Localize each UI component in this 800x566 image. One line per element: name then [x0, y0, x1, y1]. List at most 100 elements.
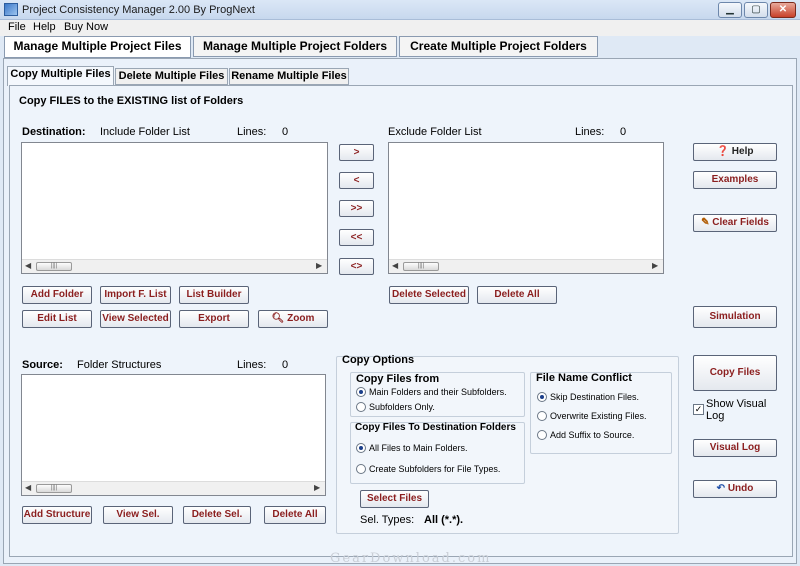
swap-lists-button[interactable]: <> [339, 258, 374, 275]
move-all-left-button[interactable]: << [339, 229, 374, 246]
destination-label: Destination: [22, 126, 86, 138]
source-lines-count: 0 [282, 359, 289, 371]
tab-create-folders[interactable]: Create Multiple Project Folders [399, 36, 598, 57]
exclude-folder-listbox[interactable]: ◀ |||| ▶ [388, 142, 664, 274]
menu-buy-now[interactable]: Buy Now [64, 21, 108, 33]
title-bar: Project Consistency Manager 2.00 By Prog… [0, 0, 800, 20]
move-left-button[interactable]: < [339, 172, 374, 189]
scroll-thumb[interactable]: |||| [36, 484, 72, 493]
destination-lines-count: 0 [282, 126, 289, 138]
radio-subfolders-only[interactable] [356, 402, 366, 412]
radio-create-subfolders-label: Create Subfolders for File Types. [369, 464, 501, 474]
folder-structures-label: Folder Structures [77, 359, 162, 371]
exclude-folder-list-label: Exclude Folder List [388, 126, 482, 138]
list-builder-button[interactable]: List Builder [179, 286, 249, 304]
export-button[interactable]: Export [179, 310, 249, 328]
radio-add-suffix[interactable] [537, 430, 547, 440]
delete-all-exclude-button[interactable]: Delete All [477, 286, 557, 304]
view-sel-button[interactable]: View Sel. [103, 506, 173, 524]
radio-main-folders-label: Main Folders and their Subfolders. [369, 387, 507, 397]
undo-label: Undo [727, 483, 754, 494]
source-lines-label: Lines: [237, 359, 267, 371]
move-all-right-button[interactable]: >> [339, 200, 374, 217]
magnifier-icon: 🔍︎ [271, 313, 285, 324]
edit-list-button[interactable]: Edit List [22, 310, 92, 328]
radio-overwrite-existing[interactable] [537, 411, 547, 421]
copy-files-from-title: Copy Files from [356, 373, 440, 385]
sel-types-value: All (*.*). [424, 514, 464, 526]
horizontal-scrollbar[interactable]: ◀ |||| ▶ [22, 259, 327, 273]
scroll-right-arrow-icon[interactable]: ▶ [316, 261, 322, 270]
minimize-button[interactable]: ▁ [718, 2, 742, 18]
section-title: Copy FILES to the EXISTING list of Folde… [19, 95, 244, 107]
exclude-lines-count: 0 [620, 126, 627, 138]
radio-subfolders-only-label: Subfolders Only. [369, 402, 435, 412]
radio-create-subfolders[interactable] [356, 464, 366, 474]
scroll-left-arrow-icon[interactable]: ◀ [25, 483, 31, 492]
window-title: Project Consistency Manager 2.00 By Prog… [22, 4, 255, 16]
horizontal-scrollbar[interactable]: ◀ |||| ▶ [22, 481, 325, 495]
include-folder-list-label: Include Folder List [100, 126, 190, 138]
destination-lines-label: Lines: [237, 126, 267, 138]
radio-overwrite-existing-label: Overwrite Existing Files. [550, 411, 647, 421]
add-structure-button[interactable]: Add Structure [22, 506, 92, 524]
zoom-label: Zoom [287, 313, 315, 324]
zoom-button[interactable]: 🔍︎ Zoom [258, 310, 328, 328]
scroll-left-arrow-icon[interactable]: ◀ [392, 261, 398, 270]
radio-all-files-main[interactable] [356, 443, 366, 453]
folder-structures-listbox[interactable]: ◀ |||| ▶ [21, 374, 326, 496]
scroll-left-arrow-icon[interactable]: ◀ [25, 261, 31, 270]
exclude-lines-label: Lines: [575, 126, 605, 138]
scroll-thumb[interactable]: |||| [403, 262, 439, 271]
scroll-right-arrow-icon[interactable]: ▶ [652, 261, 658, 270]
delete-all-source-button[interactable]: Delete All [264, 506, 326, 524]
broom-icon: ✎ [701, 217, 710, 228]
close-button[interactable]: ✕ [770, 2, 796, 18]
scroll-right-arrow-icon[interactable]: ▶ [314, 483, 320, 492]
scroll-thumb[interactable]: |||| [36, 262, 72, 271]
radio-add-suffix-label: Add Suffix to Source. [550, 430, 635, 440]
show-visual-log-checkbox[interactable]: ✓ [693, 404, 704, 415]
watermark: GearDownload.com [330, 551, 492, 566]
subtab-delete-files[interactable]: Delete Multiple Files [115, 68, 228, 85]
show-visual-log-label: Show Visual Log [706, 398, 767, 422]
undo-button[interactable]: ↶ Undo [693, 480, 777, 498]
copy-to-destination-title: Copy Files To Destination Folders [355, 422, 516, 433]
radio-all-files-main-label: All Files to Main Folders. [369, 443, 468, 453]
move-right-button[interactable]: > [339, 144, 374, 161]
radio-skip-destination-label: Skip Destination Files. [550, 392, 640, 402]
delete-sel-button[interactable]: Delete Sel. [183, 506, 251, 524]
subtab-copy-files[interactable]: Copy Multiple Files [7, 66, 114, 86]
clear-fields-label: Clear Fields [712, 217, 769, 228]
main-tab-bar: Manage Multiple Project Files Manage Mul… [0, 36, 800, 58]
sel-types-label: Sel. Types: [360, 514, 415, 526]
source-label: Source: [22, 359, 63, 371]
menu-bar: File Help Buy Now [0, 20, 800, 36]
file-name-conflict-title: File Name Conflict [536, 372, 632, 384]
help-label: Help [731, 146, 754, 157]
simulation-button[interactable]: Simulation [693, 306, 777, 328]
app-icon [4, 3, 18, 16]
clear-fields-button[interactable]: ✎ Clear Fields [693, 214, 777, 232]
copy-options-title: Copy Options [342, 354, 415, 366]
radio-skip-destination[interactable] [537, 392, 547, 402]
visual-log-button[interactable]: Visual Log [693, 439, 777, 457]
include-folder-listbox[interactable]: ◀ |||| ▶ [21, 142, 328, 274]
select-files-button[interactable]: Select Files [360, 490, 429, 508]
help-button[interactable]: ❓ Help [693, 143, 777, 161]
view-selected-button[interactable]: View Selected [100, 310, 171, 328]
import-folder-list-button[interactable]: Import F. List [100, 286, 171, 304]
radio-main-folders[interactable] [356, 387, 366, 397]
maximize-button[interactable]: ▢ [744, 2, 768, 18]
help-icon: ❓ [716, 146, 729, 157]
delete-selected-button[interactable]: Delete Selected [389, 286, 469, 304]
tab-manage-folders[interactable]: Manage Multiple Project Folders [193, 36, 397, 57]
copy-files-button[interactable]: Copy Files [693, 355, 777, 391]
menu-help[interactable]: Help [33, 21, 56, 33]
subtab-rename-files[interactable]: Rename Multiple Files [229, 68, 349, 85]
menu-file[interactable]: File [8, 21, 26, 33]
examples-button[interactable]: Examples [693, 171, 777, 189]
horizontal-scrollbar[interactable]: ◀ |||| ▶ [389, 259, 663, 273]
add-folder-button[interactable]: Add Folder [22, 286, 92, 304]
tab-manage-files[interactable]: Manage Multiple Project Files [4, 36, 191, 58]
